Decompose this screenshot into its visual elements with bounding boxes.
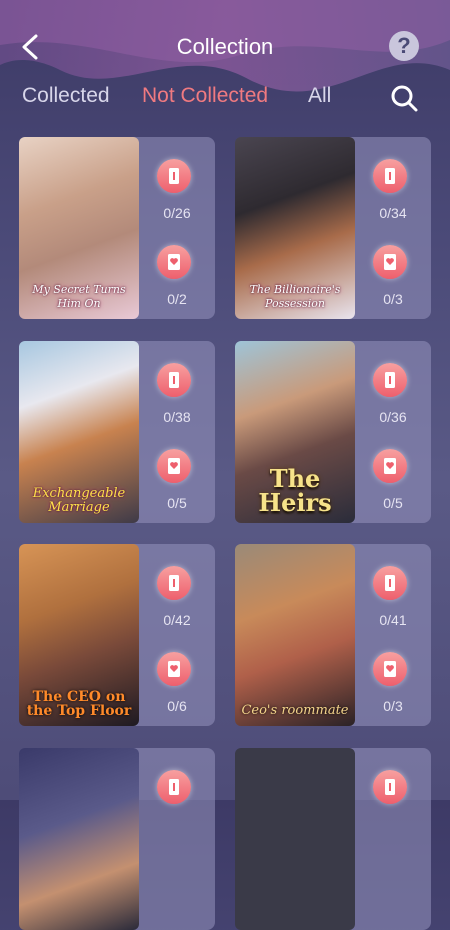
heart-card-icon[interactable] (373, 449, 407, 483)
scene-card-icon[interactable] (373, 159, 407, 193)
search-icon[interactable] (388, 82, 420, 114)
book-card: My Secret Turns Him On 0/26 0/2 (19, 137, 215, 319)
book-cover[interactable]: Ceo's roommate (235, 544, 355, 726)
heart-progress: 0/5 (383, 495, 403, 511)
heart-progress: 0/6 (167, 698, 187, 714)
book-card: Ceo's roommate 0/41 0/3 (235, 544, 431, 726)
tab-not-collected[interactable]: Not Collected (142, 84, 268, 108)
book-cover-title: Exchangeable Marriage (32, 486, 126, 515)
book-card (235, 748, 431, 930)
heart-card-icon[interactable] (157, 245, 191, 279)
scene-card-icon[interactable] (157, 363, 191, 397)
scene-progress: 0/38 (163, 409, 191, 425)
heart-progress: 0/3 (383, 291, 403, 307)
heart-card-icon[interactable] (157, 652, 191, 686)
scene-progress: 0/42 (163, 612, 191, 628)
tab-collected[interactable]: Collected (22, 84, 110, 108)
scene-card-icon[interactable] (157, 770, 191, 804)
header: Collection ? (0, 0, 450, 80)
book-cover[interactable]: The CEO on the Top Floor (19, 544, 139, 726)
book-cover-title: Ceo's roommate (241, 703, 349, 718)
book-cover[interactable]: Exchangeable Marriage (19, 341, 139, 523)
scene-card-icon[interactable] (373, 770, 407, 804)
heart-card-icon[interactable] (373, 652, 407, 686)
scene-card-icon[interactable] (373, 363, 407, 397)
scene-progress: 0/36 (379, 409, 407, 425)
heart-progress: 0/3 (383, 698, 403, 714)
book-card: The Billionaire's Possession 0/34 0/3 (235, 137, 431, 319)
book-cover-title: My Secret Turns Him On (32, 283, 126, 310)
filter-tabs: Collected Not Collected All (0, 84, 450, 114)
book-cover[interactable]: The Billionaire's Possession (235, 137, 355, 319)
book-card (19, 748, 215, 930)
book-cover-title: The Billionaire's Possession (249, 283, 341, 310)
tab-all[interactable]: All (308, 84, 331, 108)
scene-card-icon[interactable] (157, 159, 191, 193)
book-cover[interactable]: The Heirs (235, 341, 355, 523)
help-question-icon[interactable]: ? (389, 31, 419, 61)
book-cover-title: The Heirs (258, 464, 332, 517)
book-cover[interactable]: My Secret Turns Him On (19, 137, 139, 319)
heart-card-icon[interactable] (373, 245, 407, 279)
scene-progress: 0/34 (379, 205, 407, 221)
book-cover-title: The CEO on the Top Floor (26, 689, 132, 719)
book-card: Exchangeable Marriage 0/38 0/5 (19, 341, 215, 523)
book-cover[interactable] (235, 748, 355, 930)
scene-card-icon[interactable] (373, 566, 407, 600)
heart-progress: 0/5 (167, 495, 187, 511)
heart-card-icon[interactable] (157, 449, 191, 483)
heart-progress: 0/2 (167, 291, 187, 307)
scene-progress: 0/41 (379, 612, 407, 628)
page-title: Collection (176, 34, 274, 59)
scene-progress: 0/26 (163, 205, 191, 221)
book-card: The CEO on the Top Floor 0/42 0/6 (19, 544, 215, 726)
book-cover[interactable] (19, 748, 139, 930)
book-card: The Heirs 0/36 0/5 (235, 341, 431, 523)
scene-card-icon[interactable] (157, 566, 191, 600)
